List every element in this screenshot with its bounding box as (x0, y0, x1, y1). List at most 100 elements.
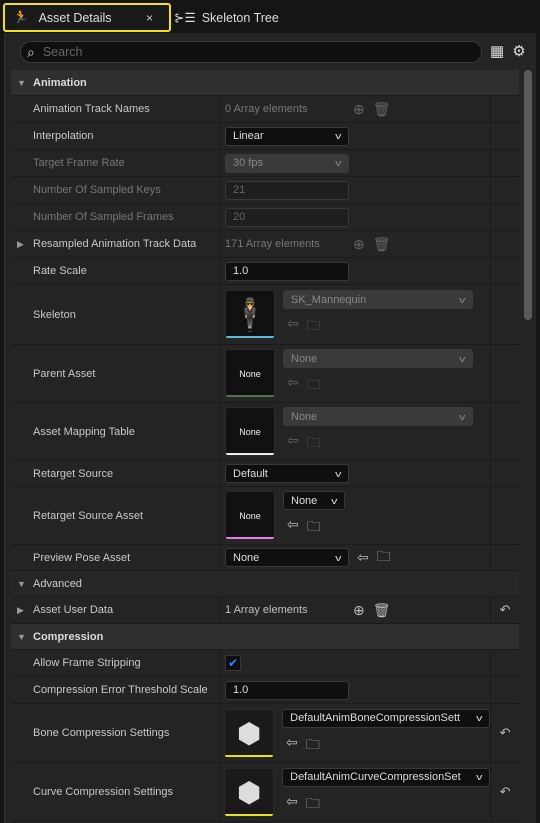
tab-asset-details[interactable]: 🏃 Asset Details × (3, 3, 171, 32)
property-row: Number Of Sampled Keys 21 (11, 177, 519, 204)
reset-column (491, 545, 519, 570)
property-label: Allow Frame Stripping (33, 657, 141, 669)
chevron-down-icon: v (334, 158, 341, 168)
asset-dropdown[interactable]: DefaultAnimBoneCompressionSett v (282, 708, 491, 728)
expand-triangle-icon[interactable]: ▶ (17, 239, 33, 250)
search-placeholder: Search (42, 45, 83, 59)
tab-label: Skeleton Tree (201, 10, 279, 25)
checkbox[interactable]: ✔ (225, 655, 241, 671)
property-label: Number Of Sampled Frames (33, 211, 174, 223)
property-value: 21 (221, 177, 491, 203)
tab-skeleton-tree[interactable]: ⊱☰ Skeleton Tree (174, 3, 279, 32)
reset-column (491, 285, 519, 344)
asset-dropdown: None v (283, 407, 473, 426)
number-input[interactable]: 1.0 (225, 261, 349, 281)
reset-to-default-icon[interactable]: ↶ (500, 725, 511, 741)
reset-column: ↶ (491, 704, 519, 762)
asset-thumbnail[interactable]: 🕴 (225, 290, 275, 339)
close-icon[interactable]: × (146, 11, 153, 25)
property-label: Number Of Sampled Keys (33, 184, 161, 196)
gear-icon[interactable]: ⚙ (512, 42, 525, 60)
browse-asset-icon[interactable]: 🗀 (307, 315, 321, 339)
expand-triangle-icon[interactable]: ▶ (17, 605, 33, 616)
chevron-down-icon: v (458, 411, 465, 422)
asset-thumbnail[interactable]: ⬢ (224, 767, 275, 817)
property-value: 20 (221, 204, 491, 230)
asset-dropdown[interactable]: DefaultAnimCurveCompressionSet v (282, 767, 491, 787)
property-label: Bone Compression Settings (33, 727, 170, 739)
property-label: Target Frame Rate (33, 157, 125, 169)
tab-bar: 🏃 Asset Details × ⊱☰ Skeleton Tree (0, 0, 540, 34)
asset-thumbnail[interactable]: None (225, 407, 275, 456)
chevron-down-icon: v (334, 131, 341, 141)
property-label: Compression Error Threshold Scale (33, 684, 208, 696)
collapse-triangle-icon: ▼ (17, 578, 26, 589)
cube-icon: ⬢ (236, 717, 262, 749)
browse-asset-icon[interactable]: 🗀 (306, 793, 320, 817)
property-name: Rate Scale (11, 258, 221, 284)
table-view-icon[interactable]: ▦ (490, 42, 504, 60)
category-compression[interactable]: ▼ Compression (11, 624, 519, 650)
scrollbar[interactable] (523, 70, 533, 320)
delete-elements-icon[interactable]: 🗑 (373, 101, 391, 118)
search-input[interactable]: ⌕ Search (20, 41, 482, 63)
use-selected-icon[interactable]: ⇦ (286, 793, 298, 817)
reset-column (491, 258, 519, 284)
property-label: Asset Mapping Table (33, 425, 135, 438)
category-label: Animation (33, 76, 87, 89)
property-name: Retarget Source (11, 461, 221, 486)
asset-picker-dropdown[interactable]: None v (225, 548, 349, 567)
add-element-icon[interactable]: ⊕ (353, 101, 365, 118)
number-input: 21 (225, 180, 349, 200)
asset-picker: None v ⇦ 🗀 (283, 491, 345, 540)
asset-dropdown[interactable]: None v (283, 491, 345, 510)
use-selected-icon[interactable]: ⇦ (287, 315, 299, 339)
use-selected-icon[interactable]: ⇦ (287, 432, 299, 456)
property-value: ⬢ DefaultAnimBoneCompressionSett v ⇦ 🗀 (220, 704, 492, 762)
reset-to-default-icon[interactable]: ↶ (500, 602, 511, 618)
mannequin-icon: 🏃 (13, 10, 29, 24)
dropdown[interactable]: Default v (225, 464, 349, 483)
reset-column (491, 403, 519, 460)
property-name: ▶ Asset User Data (11, 597, 221, 623)
chevron-down-icon: v (334, 552, 341, 563)
browse-asset-icon[interactable]: 🗀 (307, 374, 321, 398)
browse-asset-icon[interactable]: 🗀 (377, 546, 391, 570)
reset-column (491, 204, 519, 230)
property-label: Asset User Data (33, 604, 114, 616)
property-name: Skeleton (11, 285, 221, 344)
property-row: Curve Compression Settings ⬢ DefaultAnimCu… (11, 763, 519, 822)
reset-to-default-icon[interactable]: ↶ (500, 784, 511, 800)
use-selected-icon[interactable]: ⇦ (286, 734, 298, 758)
reset-column (491, 461, 519, 486)
add-element-icon[interactable]: ⊕ (353, 602, 365, 619)
browse-asset-icon[interactable]: 🗀 (307, 432, 321, 456)
category-advanced[interactable]: ▼ Advanced (11, 571, 519, 597)
asset-thumbnail[interactable]: None (225, 349, 275, 398)
chevron-down-icon: v (330, 495, 337, 506)
asset-buttons: ⇦ 🗀 (283, 315, 473, 339)
number-input[interactable]: 1.0 (225, 680, 349, 700)
use-selected-icon[interactable]: ⇦ (287, 516, 299, 540)
use-selected-icon[interactable]: ⇦ (287, 374, 299, 398)
dropdown: 30 fps v (225, 153, 349, 173)
property-label: Rate Scale (33, 265, 87, 277)
property-label: Retarget Source (33, 467, 114, 480)
use-selected-icon[interactable]: ⇦ (357, 549, 369, 566)
asset-buttons: ⇦ 🗀 (283, 516, 345, 540)
browse-asset-icon[interactable]: 🗀 (306, 734, 320, 758)
reset-column (491, 231, 519, 257)
property-name: ▶ Resampled Animation Track Data (11, 231, 221, 257)
browse-asset-icon[interactable]: 🗀 (307, 516, 321, 540)
asset-thumbnail[interactable]: None (225, 491, 275, 540)
asset-thumbnail[interactable]: ⬢ (224, 708, 275, 758)
collapse-triangle-icon: ▼ (17, 631, 26, 642)
property-label: Interpolation (33, 130, 94, 142)
delete-elements-icon[interactable]: 🗑 (373, 236, 391, 253)
property-value: Default v (221, 461, 491, 486)
dropdown[interactable]: Linear v (225, 126, 349, 146)
delete-elements-icon[interactable]: 🗑 (373, 602, 391, 619)
add-element-icon[interactable]: ⊕ (353, 236, 365, 253)
category-animation[interactable]: ▼ Animation (11, 70, 519, 96)
asset-type-color-bar (225, 754, 274, 757)
